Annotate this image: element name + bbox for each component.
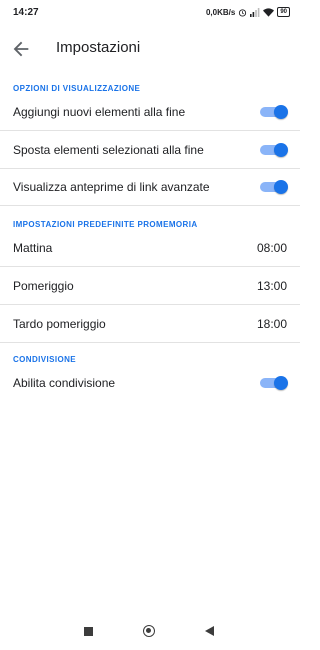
section-header-display-options: OPZIONI DI VISUALIZZAZIONE — [13, 84, 141, 93]
reminder-row-afternoon[interactable]: Pomeriggio 13:00 — [0, 267, 300, 304]
reminder-time: 08:00 — [256, 241, 287, 255]
page-title: Impostazioni — [56, 39, 141, 56]
home-circle-icon[interactable] — [143, 625, 155, 637]
toggle-switch[interactable] — [260, 180, 288, 194]
section-header-sharing: CONDIVISIONE — [13, 355, 77, 364]
app-bar: Impostazioni — [0, 28, 300, 68]
status-bar: 14:27 0,0KB/s 90 — [0, 0, 300, 26]
setting-label: Aggiungi nuovi elementi alla fine — [13, 105, 186, 119]
signal-icon — [250, 7, 260, 17]
toggle-switch[interactable] — [260, 105, 288, 119]
reminder-label: Tardo pomeriggio — [13, 317, 106, 331]
reminder-label: Mattina — [13, 241, 53, 255]
system-nav-bar — [0, 614, 300, 650]
toggle-switch[interactable] — [260, 143, 288, 157]
reminder-time: 13:00 — [256, 279, 287, 293]
reminder-row-late-afternoon[interactable]: Tardo pomeriggio 18:00 — [0, 305, 300, 342]
toggle-switch[interactable] — [260, 376, 288, 390]
recents-square-icon[interactable] — [84, 627, 93, 636]
network-speed: 0,0KB/s — [205, 7, 236, 17]
reminder-time: 18:00 — [256, 317, 287, 331]
divider — [0, 205, 300, 206]
setting-row-add-items-end[interactable]: Aggiungi nuovi elementi alla fine — [0, 93, 300, 130]
setting-row-rich-link-previews[interactable]: Visualizza anteprime di link avanzate — [0, 168, 300, 205]
section-header-reminder-defaults: IMPOSTAZIONI PREDEFINITE PROMEMORIA — [13, 220, 198, 229]
battery-icon: 90 — [277, 7, 290, 17]
alarm-icon — [239, 8, 247, 17]
reminder-row-morning[interactable]: Mattina 08:00 — [0, 229, 300, 266]
setting-row-enable-sharing[interactable]: Abilita condivisione — [0, 364, 300, 401]
reminder-label: Pomeriggio — [13, 279, 74, 293]
setting-label: Abilita condivisione — [13, 376, 116, 390]
setting-label: Visualizza anteprime di link avanzate — [13, 180, 210, 194]
divider — [0, 342, 300, 343]
back-triangle-icon[interactable] — [205, 626, 214, 636]
setting-row-move-selected-end[interactable]: Sposta elementi selezionati alla fine — [0, 131, 300, 168]
wifi-icon — [263, 7, 275, 17]
status-time: 14:27 — [13, 7, 39, 18]
status-icons: 0,0KB/s 90 — [206, 7, 290, 17]
setting-label: Sposta elementi selezionati alla fine — [13, 143, 204, 157]
arrow-back-icon[interactable] — [10, 38, 32, 60]
